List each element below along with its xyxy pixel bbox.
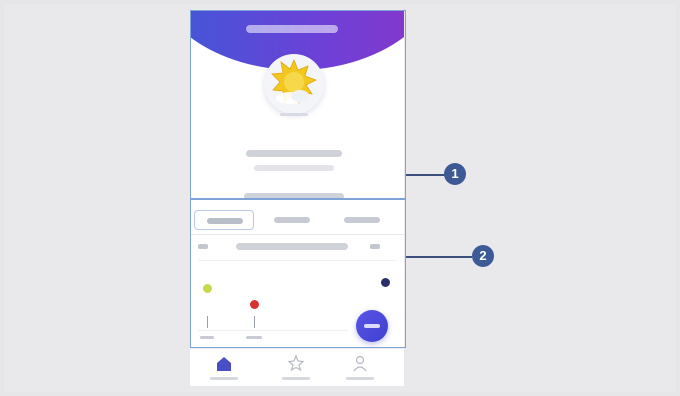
callout-2-leader [406, 256, 472, 258]
nav-item-profile[interactable] [340, 353, 380, 385]
bottom-navigation [190, 348, 404, 386]
callout-2-badge: 2 [472, 245, 494, 267]
home-icon [217, 357, 231, 371]
nav-label [282, 377, 310, 380]
nav-label [346, 377, 374, 380]
nav-label [210, 377, 238, 380]
nav-item-home[interactable] [204, 353, 244, 385]
callout-1-badge: 1 [444, 163, 466, 185]
star-icon [288, 355, 304, 372]
callout-1-leader [406, 174, 446, 176]
annotated-screenshot: 1 2 [0, 0, 680, 396]
region-1-outline [190, 10, 406, 200]
person-icon [353, 355, 367, 372]
nav-item-favorites[interactable] [276, 353, 316, 385]
region-2-outline [190, 198, 406, 348]
